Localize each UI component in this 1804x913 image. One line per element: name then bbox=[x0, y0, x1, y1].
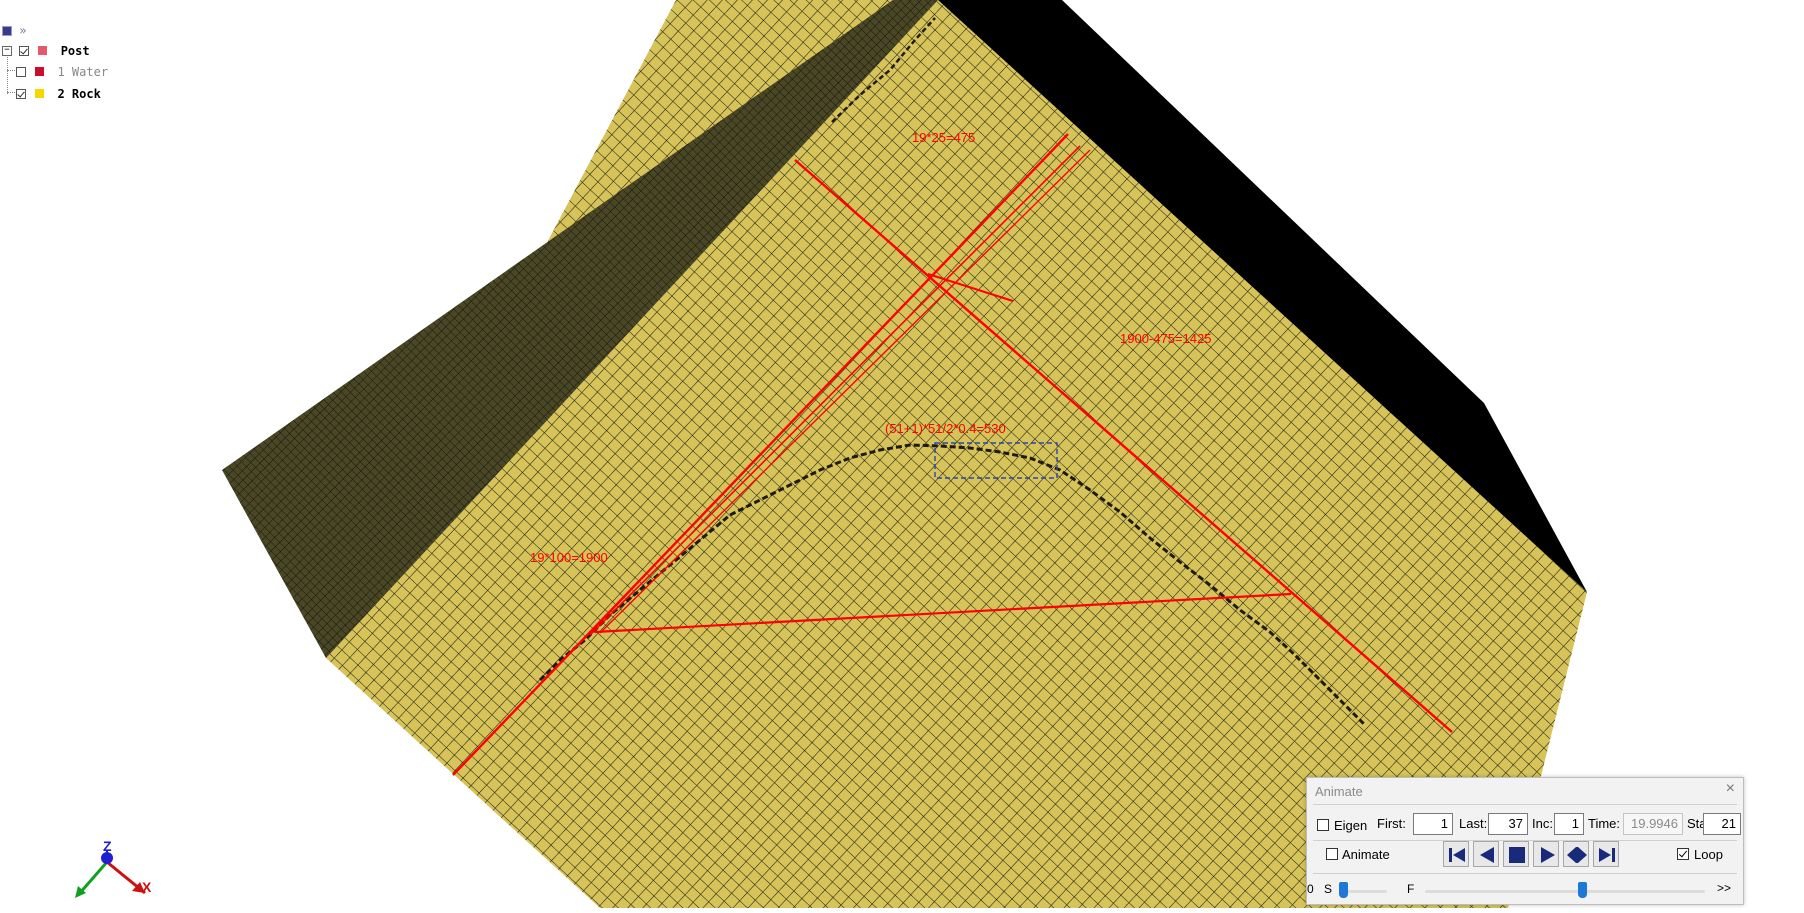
axis-triad: Z X bbox=[75, 838, 152, 898]
animate-panel: Animate × Eigen First: 1 Last: 37 Inc: 1… bbox=[1306, 777, 1744, 905]
water-label: 1 Water bbox=[57, 64, 109, 79]
first-label: First: bbox=[1377, 816, 1406, 831]
tree-item-rock[interactable]: 2 Rock bbox=[16, 85, 101, 101]
frame-slider-track[interactable] bbox=[1425, 890, 1705, 893]
inc-input[interactable]: 1 bbox=[1554, 813, 1584, 835]
mesh-scene[interactable]: 19*25=475 1900-475=1425 (51+1)*51/2*0.4=… bbox=[0, 0, 1804, 908]
post-label: Post bbox=[60, 43, 90, 58]
more-button[interactable]: >> bbox=[1717, 881, 1731, 895]
water-visibility-checkbox[interactable] bbox=[16, 66, 26, 77]
first-frame-button[interactable] bbox=[1443, 841, 1469, 867]
time-label: Time: bbox=[1588, 816, 1621, 831]
slider-min-label: 0 bbox=[1307, 882, 1314, 896]
loop-label: Loop bbox=[1694, 847, 1723, 862]
double-chevron-icon[interactable]: » bbox=[19, 24, 26, 38]
post-visibility-checkbox[interactable] bbox=[19, 45, 30, 56]
speed-slider-label: S bbox=[1324, 882, 1333, 896]
annotation-top: 19*25=475 bbox=[912, 130, 975, 145]
axis-x-label: X bbox=[142, 879, 152, 895]
first-input[interactable]: 1 bbox=[1413, 813, 1453, 835]
bounce-button[interactable] bbox=[1563, 841, 1589, 867]
expand-icon[interactable] bbox=[2, 25, 12, 36]
stop-button[interactable] bbox=[1503, 841, 1529, 867]
speed-slider-thumb[interactable] bbox=[1339, 882, 1348, 898]
rock-label: 2 Rock bbox=[57, 86, 101, 101]
play-icon bbox=[1541, 847, 1555, 863]
inc-label: Inc: bbox=[1532, 816, 1553, 831]
annotation-right: 1900-475=1425 bbox=[1120, 331, 1211, 346]
stop-icon bbox=[1509, 847, 1525, 863]
bounce-icon bbox=[1567, 847, 1587, 863]
frame-slider-label: F bbox=[1407, 882, 1415, 896]
eigen-label: Eigen bbox=[1334, 818, 1368, 833]
collapse-icon[interactable]: − bbox=[2, 45, 12, 56]
animate-label: Animate bbox=[1342, 847, 1390, 862]
tree-item-water[interactable]: 1 Water bbox=[16, 63, 108, 79]
step-back-icon bbox=[1480, 847, 1494, 863]
last-frame-button[interactable] bbox=[1593, 841, 1619, 867]
close-icon[interactable]: × bbox=[1726, 780, 1735, 798]
rock-visibility-checkbox[interactable] bbox=[16, 88, 26, 99]
rock-color-swatch bbox=[35, 89, 45, 98]
last-label: Last: bbox=[1459, 816, 1488, 831]
step-back-button[interactable] bbox=[1473, 841, 1499, 867]
animate-panel-title: Animate bbox=[1315, 784, 1363, 799]
post-color-swatch bbox=[38, 46, 48, 55]
water-color-swatch bbox=[35, 67, 45, 76]
animate-checkbox[interactable] bbox=[1326, 848, 1338, 860]
3d-viewport[interactable]: 19*25=475 1900-475=1425 (51+1)*51/2*0.4=… bbox=[0, 0, 1804, 908]
last-input[interactable]: 37 bbox=[1488, 813, 1528, 835]
tree-item-post[interactable]: − Post bbox=[2, 42, 90, 58]
annotation-left: 19*100=1900 bbox=[530, 550, 608, 565]
time-readout: 19.9946 bbox=[1623, 813, 1683, 835]
skip-forward-icon bbox=[1599, 848, 1615, 862]
skip-back-icon bbox=[1449, 848, 1465, 862]
tree-header: » bbox=[2, 22, 26, 38]
eigen-checkbox[interactable] bbox=[1317, 819, 1329, 831]
play-button[interactable] bbox=[1533, 841, 1559, 867]
annotation-middle: (51+1)*51/2*0.4=530 bbox=[885, 421, 1006, 436]
loop-checkbox[interactable] bbox=[1677, 848, 1689, 860]
state-input[interactable]: 21 bbox=[1703, 813, 1741, 835]
axis-z-label: Z bbox=[103, 838, 112, 854]
frame-slider-thumb[interactable] bbox=[1577, 882, 1587, 898]
